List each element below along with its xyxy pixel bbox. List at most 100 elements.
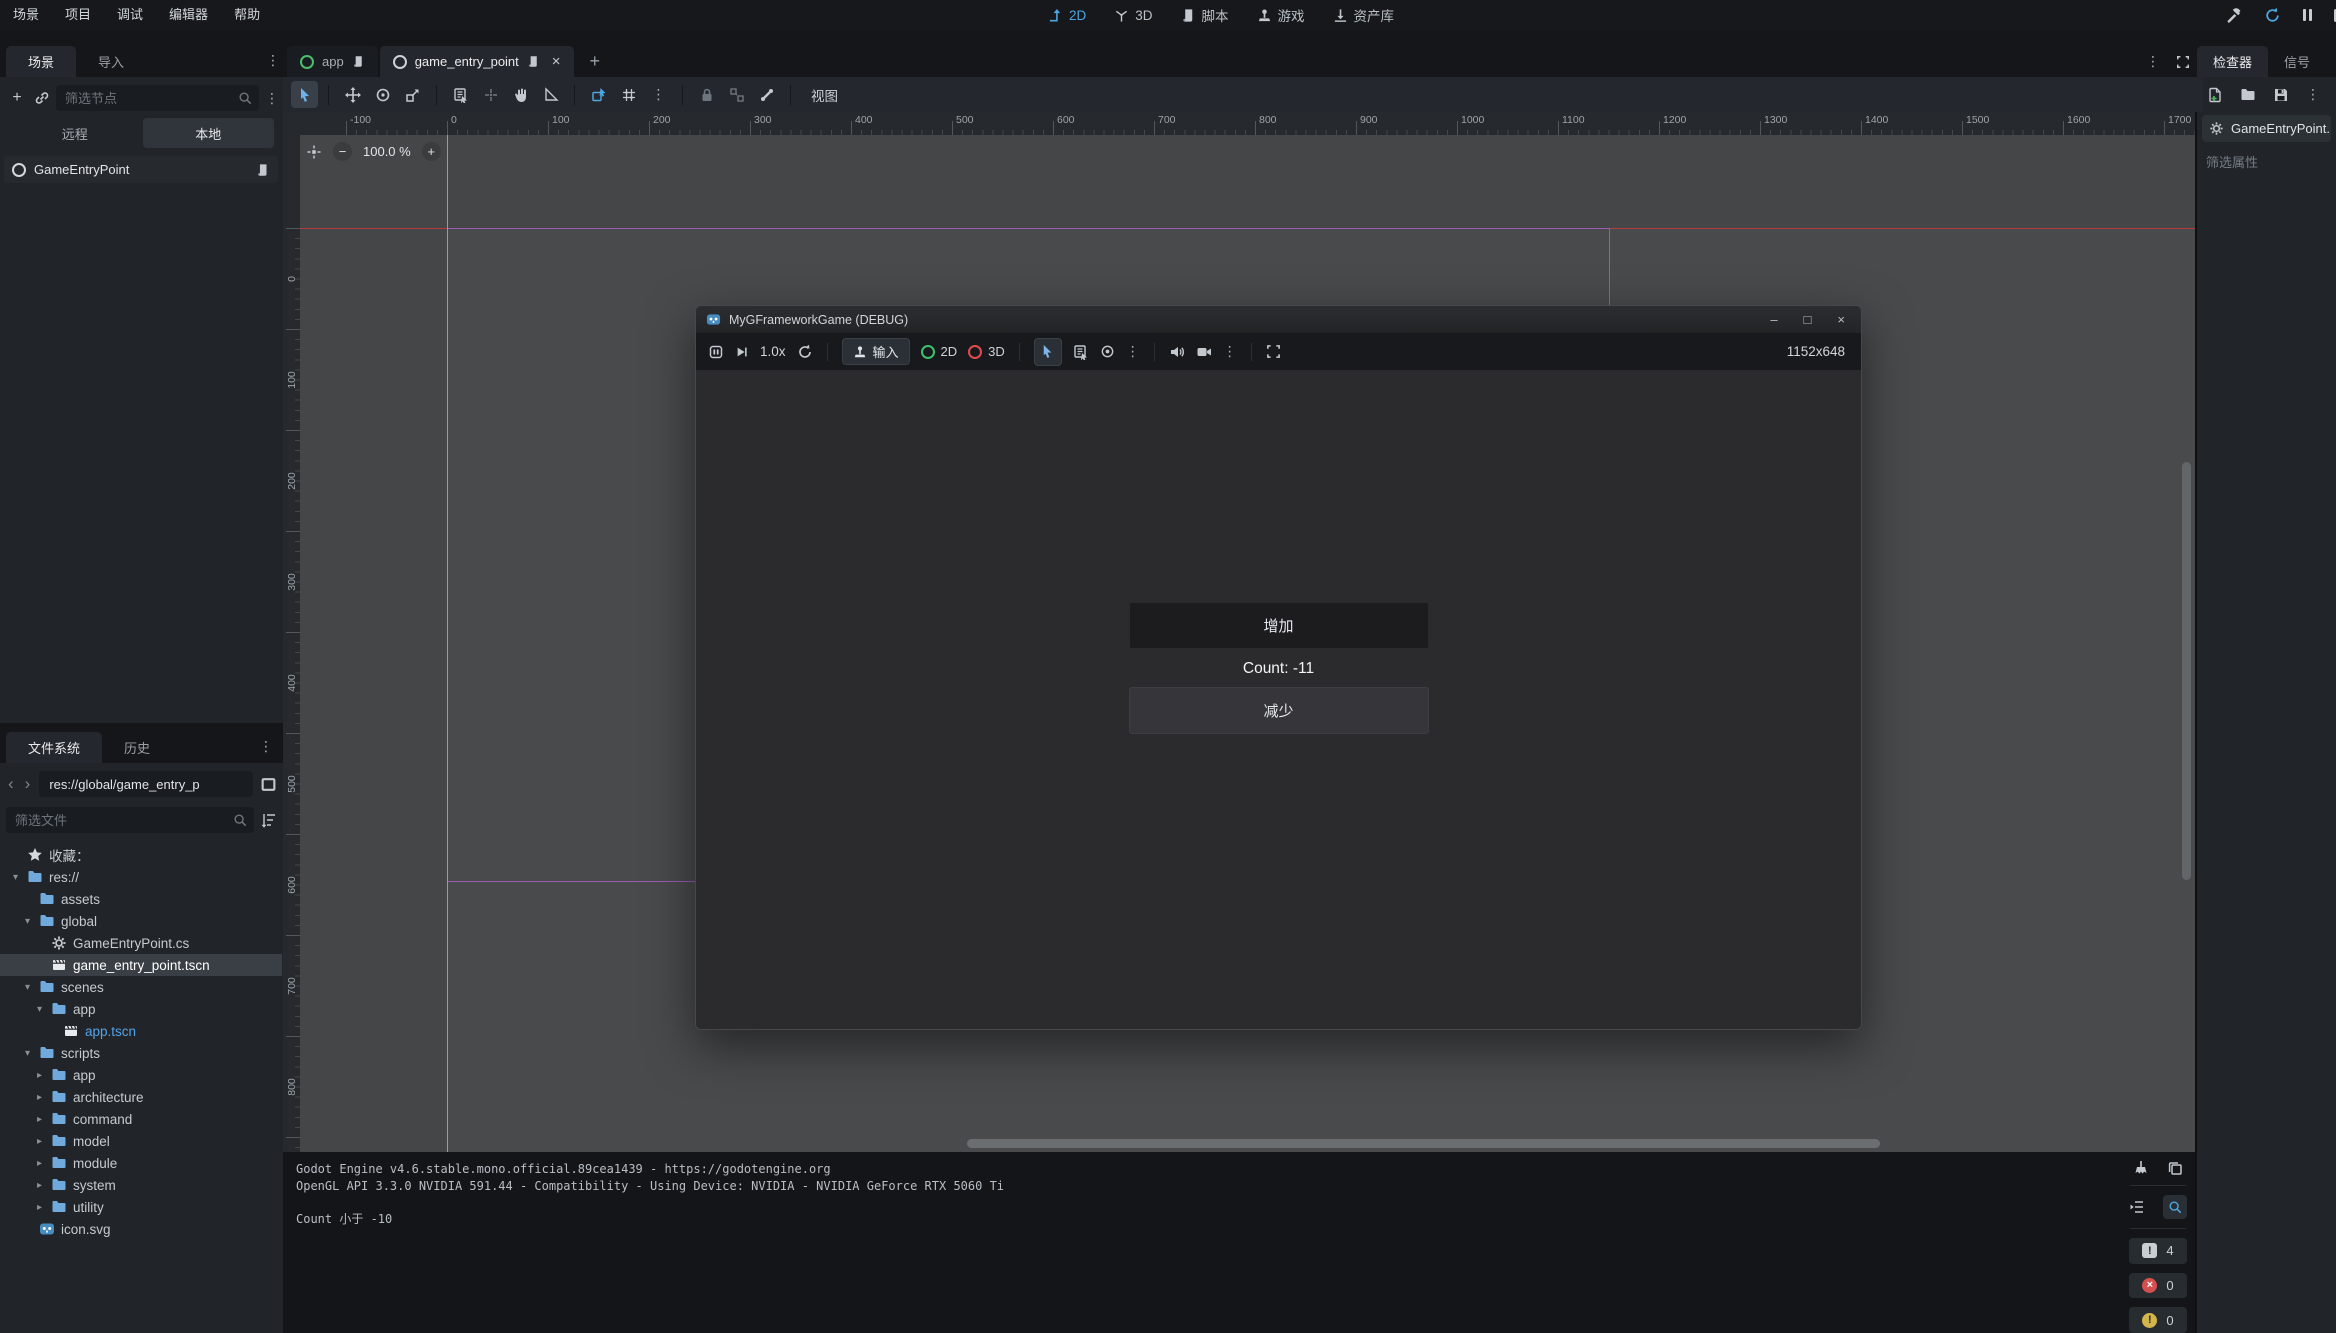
tab-filesystem[interactable]: 文件系统	[6, 732, 102, 763]
center-view-icon[interactable]	[306, 144, 322, 160]
smart-snap-toggle[interactable]	[585, 81, 612, 108]
selection-visible-icon[interactable]	[1100, 344, 1115, 359]
selection-list-icon[interactable]	[1073, 344, 1089, 360]
file-tree-row[interactable]: res://	[0, 866, 282, 888]
chevron-icon[interactable]	[34, 1070, 45, 1081]
dock-menu-icon[interactable]: ⋮	[266, 52, 280, 69]
file-tree-row[interactable]: app.tscn	[0, 1020, 282, 1042]
filter-properties-input[interactable]: 筛选属性	[2206, 152, 2327, 171]
maximize-button[interactable]: □	[1804, 312, 1812, 327]
new-resource-icon[interactable]	[2207, 87, 2223, 103]
audio-mute-icon[interactable]	[1169, 344, 1185, 360]
build-hammer-icon[interactable]	[2226, 7, 2242, 23]
2d-viewport[interactable]: − 100.0 % + MyGFrameworkGame (DEBUG) – □…	[300, 135, 2195, 1152]
instance-scene-link-icon[interactable]	[34, 90, 50, 106]
tab-signals[interactable]: 信号	[2268, 46, 2326, 77]
add-node-button[interactable]: +	[6, 87, 28, 109]
chevron-icon[interactable]	[34, 1180, 45, 1191]
scene-dock-menu-icon[interactable]: ⋮	[265, 90, 279, 107]
tab-scene-dock[interactable]: 场景	[6, 46, 76, 77]
restart-icon[interactable]	[2264, 7, 2281, 24]
chevron-icon[interactable]	[34, 1158, 45, 1169]
scene-tree-root-row[interactable]: GameEntryPoint	[4, 156, 278, 183]
copy-output-icon[interactable]	[2167, 1160, 2183, 1176]
chevron-icon[interactable]	[34, 1136, 45, 1147]
chevron-icon[interactable]	[22, 916, 33, 927]
file-tree-row[interactable]: GameEntryPoint.cs	[0, 932, 282, 954]
tab-inspector[interactable]: 检查器	[2197, 46, 2268, 77]
suspend-icon[interactable]	[708, 344, 724, 360]
open-script-icon[interactable]	[256, 163, 270, 177]
grid-snap-toggle[interactable]	[615, 81, 642, 108]
filesystem-menu-icon[interactable]: ⋮	[259, 738, 273, 755]
chevron-icon[interactable]	[34, 1004, 45, 1015]
new-scene-tab-button[interactable]: +	[576, 46, 615, 77]
skeleton-options-button[interactable]	[753, 81, 780, 108]
scene-tab-app[interactable]: app	[287, 46, 378, 77]
speed-multiplier[interactable]: 1.0x	[760, 344, 786, 359]
zoom-in-button[interactable]: +	[422, 142, 441, 161]
file-tree-row[interactable]: system	[0, 1174, 282, 1196]
tab-list-menu-icon[interactable]: ⋮	[2146, 53, 2160, 70]
minimize-button[interactable]: –	[1770, 312, 1777, 327]
camera-override-icon[interactable]	[1196, 344, 1212, 360]
load-resource-folder-icon[interactable]	[2240, 87, 2256, 103]
decrease-button[interactable]: 减少	[1129, 687, 1429, 734]
collapse-duplicates-icon[interactable]	[2129, 1199, 2145, 1215]
group-node-button[interactable]	[723, 81, 750, 108]
inspector-menu-icon[interactable]: ⋮	[2306, 86, 2320, 103]
tab-history[interactable]: 历史	[102, 732, 172, 763]
file-tree-row[interactable]: architecture	[0, 1086, 282, 1108]
3d-debug-toggle[interactable]: 3D	[968, 344, 1005, 359]
chevron-icon[interactable]	[34, 1092, 45, 1103]
script-icon[interactable]	[352, 55, 365, 68]
game-window-titlebar[interactable]: MyGFrameworkGame (DEBUG) – □ ×	[696, 306, 1861, 333]
chevron-icon[interactable]	[22, 1048, 33, 1059]
view-menu[interactable]: 视图	[811, 85, 838, 105]
sort-files-icon[interactable]	[261, 812, 277, 828]
mode-script-button[interactable]: 脚本	[1181, 5, 1229, 25]
reset-speed-icon[interactable]	[797, 344, 813, 360]
mode-3d-button[interactable]: 3D	[1114, 8, 1152, 23]
vertical-scrollbar[interactable]	[2182, 462, 2191, 880]
chevron-icon[interactable]	[10, 872, 21, 883]
close-button[interactable]: ×	[1837, 312, 1845, 327]
rotate-tool-button[interactable]	[369, 81, 396, 108]
ruler-tool-button[interactable]	[537, 81, 564, 108]
filter-nodes-input[interactable]	[63, 90, 232, 107]
file-tree-row[interactable]: game_entry_point.tscn	[0, 954, 282, 976]
lock-node-button[interactable]	[693, 81, 720, 108]
pick-node-toggle[interactable]	[1034, 338, 1062, 366]
file-tree-row[interactable]: scripts	[0, 1042, 282, 1064]
back-icon[interactable]: ‹	[6, 774, 16, 794]
file-tree-row[interactable]: 收藏：	[0, 844, 282, 866]
file-tree-row[interactable]: model	[0, 1130, 282, 1152]
increase-button[interactable]: 增加	[1129, 602, 1429, 649]
mode-game-button[interactable]: 游戏	[1257, 5, 1305, 25]
chevron-icon[interactable]	[34, 1114, 45, 1125]
selectable-list-button[interactable]	[447, 81, 474, 108]
input-mode-toggle[interactable]: 输入	[842, 338, 910, 365]
move-tool-button[interactable]	[339, 81, 366, 108]
file-tree-row[interactable]: command	[0, 1108, 282, 1130]
menubar-menu[interactable]: 调试	[104, 7, 156, 22]
save-resource-icon[interactable]	[2273, 87, 2289, 103]
search-output-button[interactable]	[2163, 1195, 2187, 1219]
split-mode-icon[interactable]	[260, 776, 277, 793]
embed-fullscreen-icon[interactable]	[1266, 344, 1281, 359]
show-origin-toggle[interactable]	[477, 81, 504, 108]
file-tree-row[interactable]: icon.svg	[0, 1218, 282, 1240]
pause-icon[interactable]	[2303, 9, 2312, 21]
script-icon[interactable]	[527, 55, 540, 68]
menubar-menu[interactable]: 场景	[0, 7, 52, 22]
file-tree-row[interactable]: app	[0, 998, 282, 1020]
warning-count-badge[interactable]: ! 0	[2129, 1307, 2187, 1333]
file-tree-row[interactable]: module	[0, 1152, 282, 1174]
message-count-badge[interactable]: ! 4	[2129, 1238, 2187, 1264]
selection-options-icon[interactable]: ⋮	[1126, 343, 1140, 360]
file-tree-row[interactable]: global	[0, 910, 282, 932]
camera-options-icon[interactable]: ⋮	[1223, 343, 1237, 360]
2d-debug-toggle[interactable]: 2D	[921, 344, 958, 359]
zoom-out-button[interactable]: −	[333, 142, 352, 161]
scene-tab-game-entry-point[interactable]: game_entry_point ×	[380, 46, 574, 77]
